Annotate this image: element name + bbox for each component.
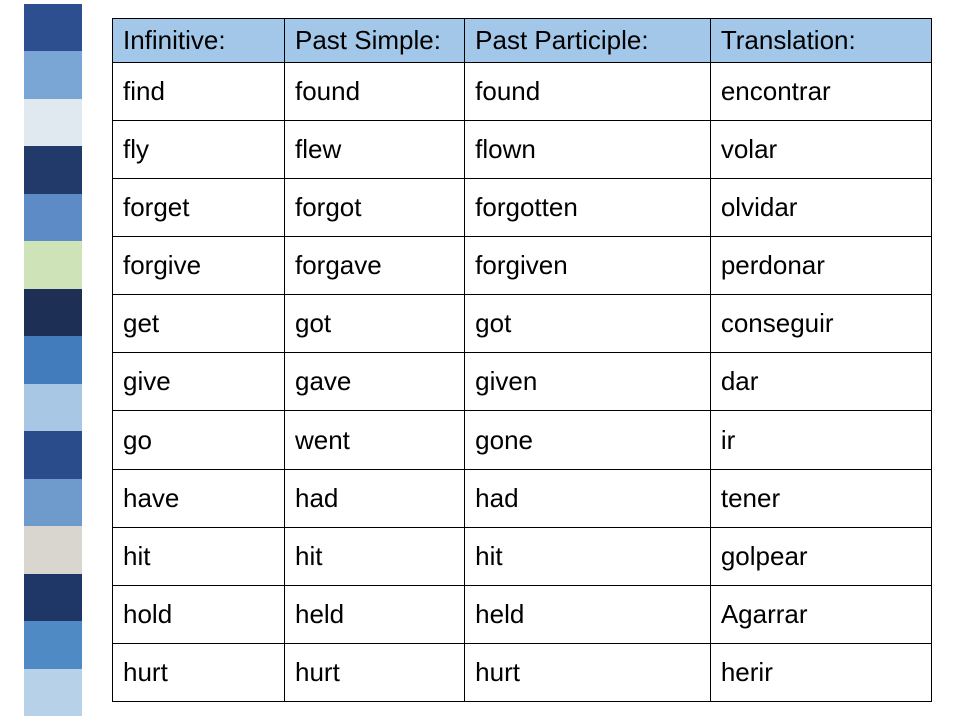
cell-translation: conseguir [710,295,931,353]
cell-translation: volar [710,121,931,179]
cell-past_participle: forgotten [465,179,711,237]
cell-past_participle: forgiven [465,237,711,295]
cell-past_simple: went [284,411,464,469]
stripe-segment [24,526,82,573]
cell-infinitive: forget [113,179,285,237]
stripe-segment [24,479,82,526]
cell-infinitive: hurt [113,643,285,701]
cell-past_simple: forgave [284,237,464,295]
table-row: gowentgoneir [113,411,932,469]
cell-past_participle: hit [465,527,711,585]
cell-translation: golpear [710,527,931,585]
cell-past_simple: held [284,585,464,643]
cell-past_simple: hurt [284,643,464,701]
stripe-segment [24,431,82,478]
verb-table: Infinitive: Past Simple: Past Participle… [112,18,932,702]
cell-past_simple: gave [284,353,464,411]
verb-table-container: Infinitive: Past Simple: Past Participle… [112,18,932,702]
cell-infinitive: get [113,295,285,353]
table-row: holdheldheldAgarrar [113,585,932,643]
stripe-segment [24,289,82,336]
cell-past_participle: got [465,295,711,353]
cell-past_simple: flew [284,121,464,179]
header-translation: Translation: [710,19,931,63]
stripe-segment [24,336,82,383]
cell-translation: encontrar [710,63,931,121]
cell-translation: perdonar [710,237,931,295]
cell-infinitive: go [113,411,285,469]
cell-past_participle: had [465,469,711,527]
cell-past_simple: forgot [284,179,464,237]
table-row: flyflewflownvolar [113,121,932,179]
header-infinitive: Infinitive: [113,19,285,63]
table-row: havehadhadtener [113,469,932,527]
cell-past_participle: hurt [465,643,711,701]
stripe-segment [24,241,82,288]
cell-past_simple: found [284,63,464,121]
stripe-segment [24,4,82,51]
stripe-segment [24,384,82,431]
cell-translation: tener [710,469,931,527]
stripe-segment [24,574,82,621]
cell-translation: herir [710,643,931,701]
cell-past_participle: gone [465,411,711,469]
table-row: hurthurthurtherir [113,643,932,701]
table-header-row: Infinitive: Past Simple: Past Participle… [113,19,932,63]
stripe-segment [24,669,82,716]
decorative-stripes [24,4,82,716]
cell-past_participle: flown [465,121,711,179]
cell-translation: ir [710,411,931,469]
stripe-segment [24,621,82,668]
cell-past_participle: held [465,585,711,643]
table-row: hithithitgolpear [113,527,932,585]
cell-infinitive: fly [113,121,285,179]
cell-past_simple: had [284,469,464,527]
cell-infinitive: hold [113,585,285,643]
table-row: forgiveforgaveforgivenperdonar [113,237,932,295]
cell-infinitive: forgive [113,237,285,295]
header-past-simple: Past Simple: [284,19,464,63]
cell-infinitive: find [113,63,285,121]
cell-past_participle: given [465,353,711,411]
stripe-segment [24,146,82,193]
stripe-segment [24,194,82,241]
cell-past_simple: got [284,295,464,353]
stripe-segment [24,99,82,146]
header-past-participle: Past Participle: [465,19,711,63]
cell-infinitive: hit [113,527,285,585]
stripe-segment [24,51,82,98]
cell-past_participle: found [465,63,711,121]
cell-translation: olvidar [710,179,931,237]
cell-past_simple: hit [284,527,464,585]
cell-infinitive: have [113,469,285,527]
table-row: forgetforgotforgottenolvidar [113,179,932,237]
table-row: findfoundfoundencontrar [113,63,932,121]
cell-infinitive: give [113,353,285,411]
cell-translation: Agarrar [710,585,931,643]
table-row: getgotgotconseguir [113,295,932,353]
table-row: givegavegivendar [113,353,932,411]
cell-translation: dar [710,353,931,411]
